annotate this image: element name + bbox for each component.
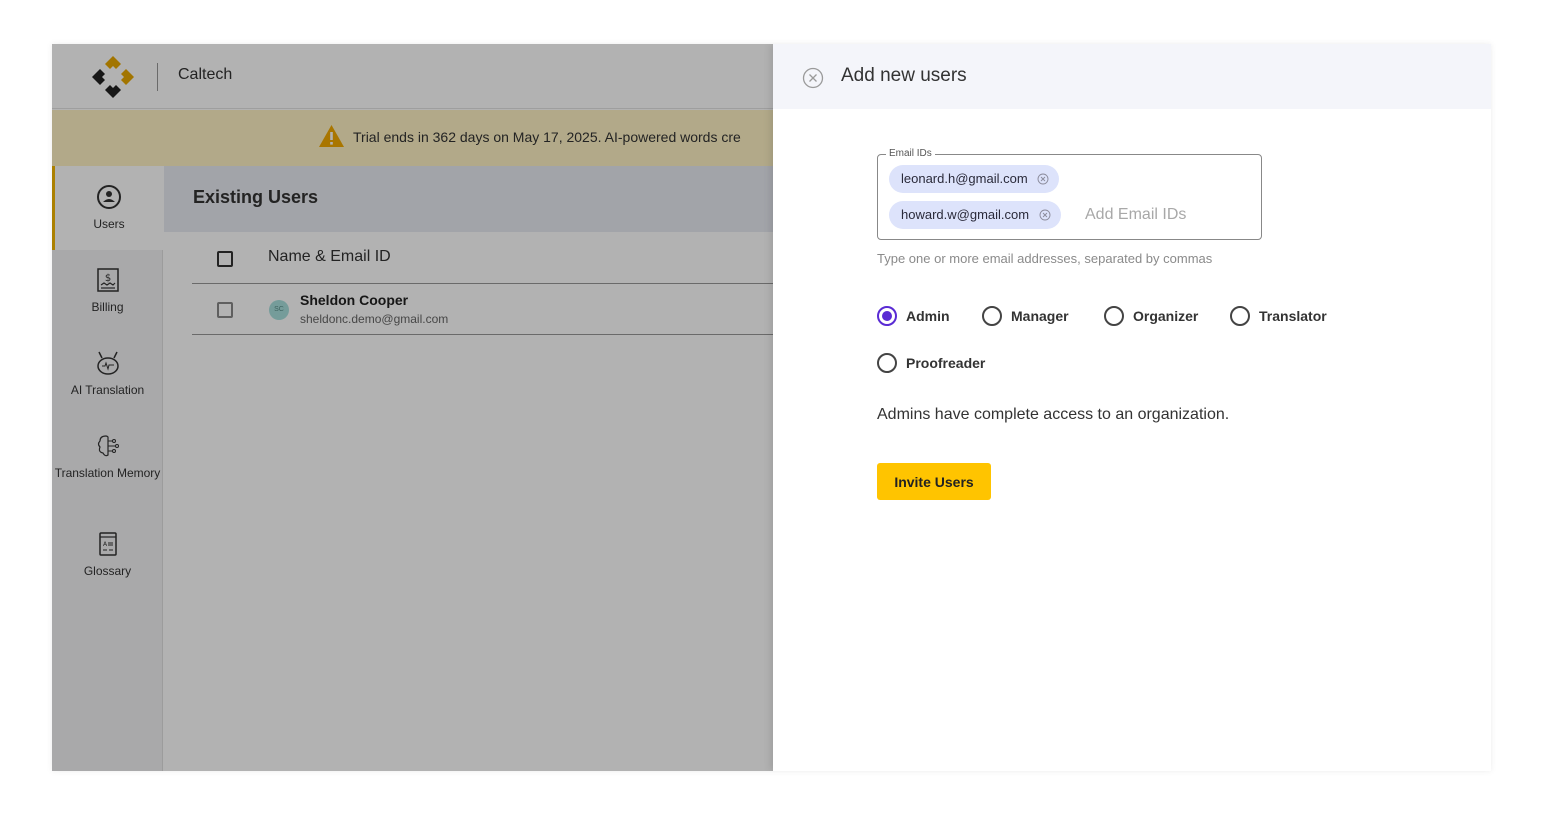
email-chip: leonard.h@gmail.com (889, 165, 1060, 193)
role-label: Organizer (1133, 308, 1199, 324)
role-label: Admin (906, 308, 950, 324)
invite-users-button[interactable]: Invite Users (877, 463, 991, 500)
add-users-drawer: Add new users Email IDs leonard.h@gmail.… (773, 44, 1491, 771)
role-label: Proofreader (906, 355, 986, 371)
role-radio-manager[interactable]: Manager (982, 306, 1069, 326)
radio-unselected-icon (1230, 306, 1250, 326)
app-window: Caltech Trial ends in 362 days on May 17… (52, 44, 1491, 771)
radio-unselected-icon (877, 353, 897, 373)
drawer-title: Add new users (841, 65, 967, 86)
email-ids-field[interactable]: Email IDs leonard.h@gmail.com howard.w@g… (877, 148, 1262, 240)
remove-chip-icon[interactable] (1039, 209, 1051, 221)
role-radio-organizer[interactable]: Organizer (1104, 306, 1198, 326)
email-chip-text: howard.w@gmail.com (901, 207, 1030, 222)
role-radio-admin[interactable]: Admin (877, 306, 950, 326)
role-label: Manager (1011, 308, 1069, 324)
role-radio-proofreader[interactable]: Proofreader (877, 353, 985, 373)
email-input[interactable] (1085, 203, 1250, 227)
email-chip: howard.w@gmail.com (889, 201, 1061, 229)
radio-selected-icon (877, 306, 897, 326)
radio-unselected-icon (982, 306, 1002, 326)
radio-unselected-icon (1104, 306, 1124, 326)
email-helper-text: Type one or more email addresses, separa… (877, 251, 1213, 266)
close-icon[interactable] (802, 67, 824, 89)
role-description: Admins have complete access to an organi… (877, 406, 1230, 423)
email-ids-label: Email IDs (886, 148, 935, 159)
drawer-header: Add new users (773, 44, 1491, 109)
role-label: Translator (1259, 308, 1327, 324)
remove-chip-icon[interactable] (1037, 173, 1049, 185)
role-radio-translator[interactable]: Translator (1230, 306, 1327, 326)
email-chip-text: leonard.h@gmail.com (901, 171, 1028, 186)
